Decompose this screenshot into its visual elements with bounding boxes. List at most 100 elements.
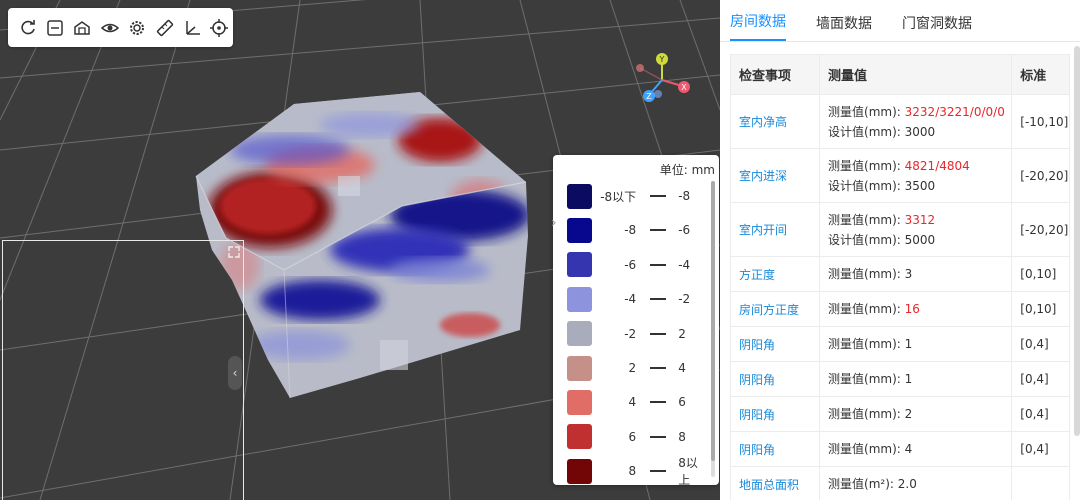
legend-scrollbar[interactable] [711, 181, 715, 477]
legend-low: 8 [628, 464, 637, 479]
header-standard: 标准 [1011, 54, 1070, 95]
measured-value: 4 [904, 442, 913, 456]
tab-wall-data[interactable]: 墙面数据 [816, 13, 872, 41]
check-item[interactable]: 阴阳角 [729, 431, 821, 467]
standard-range: [-20,20] [1011, 202, 1070, 257]
measured-cell: 测量值(mm): 1 [819, 326, 1013, 362]
table-row: 阴阳角 测量值(mm): 1 [0,4] [729, 326, 1070, 362]
legend-dash [650, 195, 667, 197]
standard-range: [0,4] [1011, 361, 1070, 397]
legend-dash [650, 470, 667, 473]
measured-line: 测量值(mm): 3 [828, 264, 1011, 284]
measured-value: 16 [904, 302, 920, 316]
measured-line: 测量值(mm): 3232/3221/0/0/0 [828, 104, 1005, 119]
ruler-icon[interactable] [151, 14, 178, 42]
table-row: 阴阳角 测量值(mm): 2 [0,4] [729, 396, 1070, 432]
check-item[interactable]: 房间方正度 [729, 291, 821, 327]
measured-line: 测量值(mm): 4 [828, 439, 1011, 459]
check-item[interactable]: 室内净高 [729, 94, 821, 149]
legend-high: -6 [678, 223, 691, 238]
gear-icon[interactable] [124, 14, 151, 42]
measured-line: 测量值(mm): 2 [828, 404, 1011, 424]
check-item[interactable]: 室内进深 [729, 148, 821, 203]
axes-icon[interactable] [178, 14, 205, 42]
legend-row: 24 [567, 355, 707, 381]
measured-label: 测量值(mm): [828, 104, 905, 119]
measured-value: 3221 [939, 104, 970, 119]
table-row: 阴阳角 测量值(mm): 1 [0,4] [729, 361, 1070, 397]
check-item[interactable]: 室内开间 [729, 202, 821, 257]
3d-viewport[interactable]: Y X Z ‹ 单位: mm › -8以下 -8 -8 -6 -6 -4 -4 -2 -2 2 2 4… [0, 0, 720, 500]
eye-icon[interactable] [96, 14, 123, 42]
axis-gizmo[interactable]: Y X Z [630, 50, 700, 110]
standard-range: [0,10] [1011, 256, 1070, 292]
measured-label: 测量值(mm): [828, 407, 905, 421]
legend-row: 46 [567, 389, 707, 415]
measured-line: 测量值(mm): 1 [828, 369, 1011, 389]
table-row: 房间方正度 测量值(mm): 16 [0,10] [729, 291, 1070, 327]
legend-swatch [567, 355, 592, 381]
legend-unit: 单位: mm [659, 163, 715, 177]
legend-dash [650, 401, 667, 404]
check-item[interactable]: 方正度 [729, 256, 821, 292]
measured-label: 测量值(mm): [828, 158, 905, 173]
measured-value: 2 [904, 407, 913, 421]
standard-range [1011, 466, 1070, 500]
measured-cell: 测量值(mm): 4 [819, 431, 1013, 467]
legend-swatch [567, 183, 592, 209]
check-item[interactable]: 阴阳角 [729, 326, 821, 362]
legend-high: -8 [678, 189, 691, 203]
legend-swatch [567, 458, 592, 484]
measured-label: 测量值(mm): [828, 212, 905, 227]
measured-cell: 测量值(mm): 3232/3221/0/0/0 设计值(mm): 3000 [819, 94, 1013, 149]
legend-low: -8以下 [600, 189, 637, 204]
legend-low: -8 [624, 223, 637, 238]
measured-label: 测量值(m²): [828, 477, 898, 491]
minimap-panel[interactable] [2, 240, 244, 500]
table-row: 阴阳角 测量值(mm): 4 [0,4] [729, 431, 1070, 467]
table-row: 室内开间 测量值(mm): 3312 设计值(mm): 5000 [-20,20] [729, 202, 1070, 257]
tab-room-data[interactable]: 房间数据 [730, 11, 786, 41]
measured-value: 1 [904, 337, 913, 351]
legend-high: 8 [678, 429, 686, 444]
legend-swatch [567, 321, 592, 347]
table-header-row: 检查事项 测量值 标准 [729, 54, 1070, 95]
chevron-right-icon[interactable]: › [551, 215, 557, 231]
design-value: 设计值(mm): 3000 [828, 124, 936, 139]
legend-dash [650, 263, 667, 266]
tab-door-window-data[interactable]: 门窗洞数据 [902, 13, 972, 41]
legend-high: -2 [678, 292, 691, 307]
measured-value: 3312 [904, 212, 936, 227]
chevron-left-icon: ‹ [232, 366, 238, 380]
crosshair-icon[interactable] [206, 14, 233, 42]
legend-swatch [567, 217, 592, 243]
gizmo-y-label: Y [659, 55, 665, 64]
legend-high: 2 [678, 326, 686, 341]
table-row: 室内净高 测量值(mm): 3232/3221/0/0/0 设计值(mm): 300… [729, 94, 1070, 149]
legend-low: -6 [624, 257, 637, 272]
check-item[interactable]: 阴阳角 [729, 396, 821, 432]
legend-swatch [567, 424, 592, 450]
legend-low: 2 [628, 361, 637, 375]
legend-low: -2 [624, 326, 637, 341]
measured-value: 3 [904, 267, 913, 281]
panel-scrollbar[interactable] [1074, 46, 1080, 436]
check-item[interactable]: 地面总面积 [729, 466, 821, 500]
minus-square-icon[interactable] [41, 14, 68, 42]
tab-bar: 房间数据 墙面数据 门窗洞数据 [720, 0, 1080, 42]
legend-swatch [567, 389, 592, 415]
measured-value: 4804 [939, 158, 970, 173]
inspection-table: 检查事项 测量值 标准 室内净高 测量值(mm): 3232/3221/0/0/0… [729, 54, 1070, 500]
house-icon[interactable] [69, 14, 96, 42]
measured-line: 测量值(m²): 2.0 [828, 474, 1011, 494]
measured-label: 测量值(mm): [828, 372, 905, 386]
measured-value: 0 [985, 104, 994, 119]
measured-cell: 测量值(mm): 1 [819, 361, 1013, 397]
collapse-handle[interactable]: ‹ [228, 356, 242, 390]
measured-value: 1 [904, 372, 913, 386]
refresh-icon[interactable] [14, 14, 41, 42]
expand-icon[interactable] [227, 245, 241, 259]
legend-row: -8以下 -8 [567, 183, 707, 209]
check-item[interactable]: 阴阳角 [729, 361, 821, 397]
measured-label: 测量值(mm): [828, 442, 905, 456]
